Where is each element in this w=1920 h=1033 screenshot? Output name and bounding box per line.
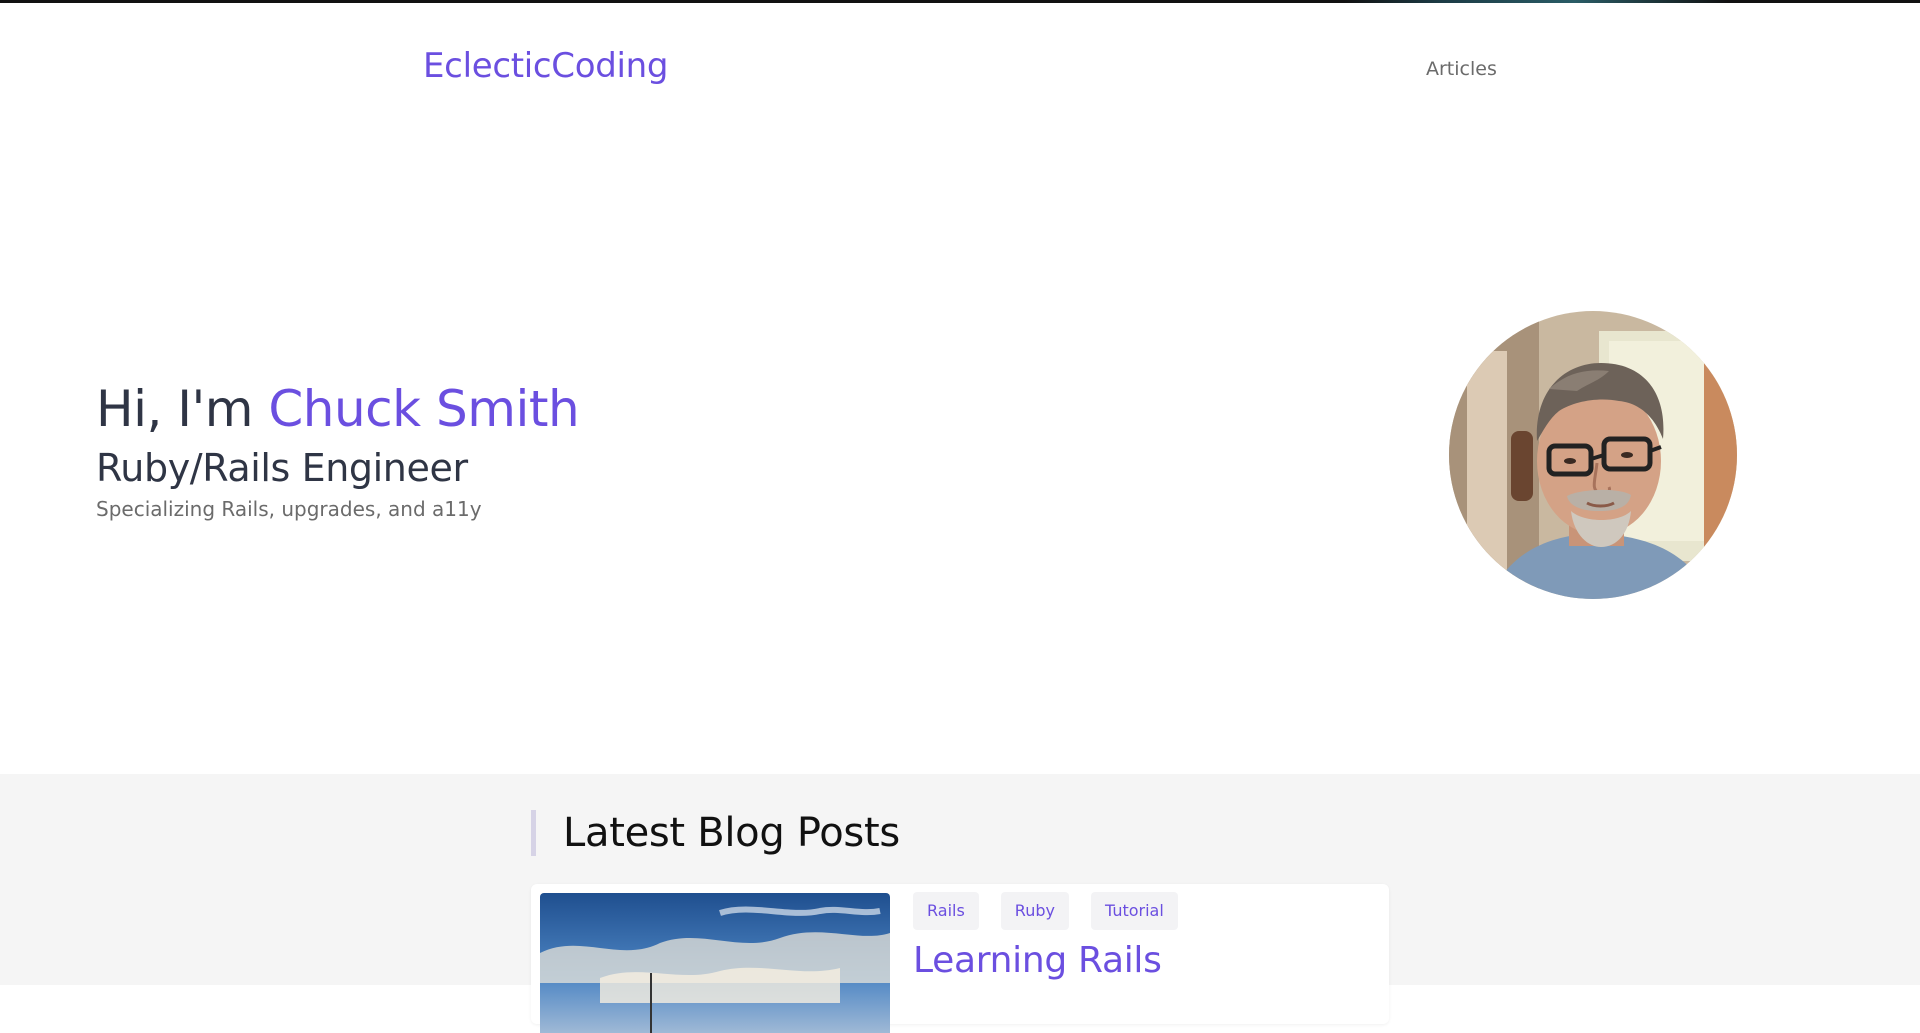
- hero-greeting: Hi, I'm: [96, 380, 269, 438]
- blog-section: Latest Blog Posts Rails Ruby Tutorial Le…: [0, 774, 1920, 1033]
- tag-ruby[interactable]: Ruby: [1000, 892, 1069, 930]
- hero-section: Hi, I'm Chuck Smith Ruby/Rails Engineer …: [0, 133, 1920, 774]
- hero-text: Hi, I'm Chuck Smith Ruby/Rails Engineer …: [96, 377, 580, 521]
- site-logo-link[interactable]: EclecticCoding: [423, 46, 669, 86]
- site-header: EclecticCoding Articles: [0, 3, 1920, 133]
- post-thumbnail[interactable]: [540, 893, 890, 1033]
- hero-role: Ruby/Rails Engineer: [96, 446, 468, 490]
- post-title-link[interactable]: Learning Rails: [913, 940, 1162, 981]
- hero-heading: Hi, I'm Chuck Smith: [96, 377, 580, 441]
- post-tags: Rails Ruby Tutorial: [913, 892, 1178, 930]
- tag-tutorial[interactable]: Tutorial: [1090, 892, 1178, 930]
- section-title: Latest Blog Posts: [531, 810, 900, 856]
- nav-link-articles[interactable]: Articles: [1426, 58, 1497, 80]
- tag-rails[interactable]: Rails: [913, 892, 979, 930]
- profile-photo: [1449, 311, 1737, 599]
- hero-tagline: Specializing Rails, upgrades, and a11y: [96, 497, 482, 521]
- hero-name: Chuck Smith: [268, 380, 580, 438]
- blog-post-card: Rails Ruby Tutorial Learning Rails: [531, 884, 1389, 1033]
